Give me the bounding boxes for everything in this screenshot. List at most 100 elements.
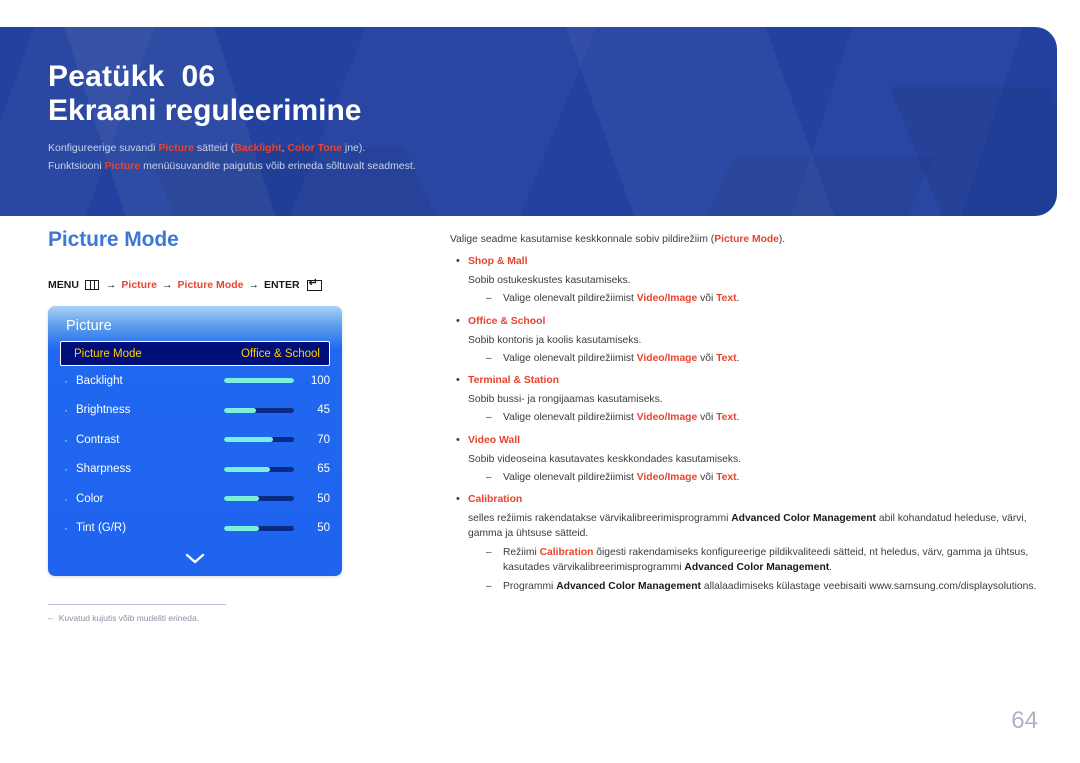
osd-slider[interactable] <box>224 466 294 472</box>
dash-marker-icon: ‒ <box>486 352 492 364</box>
list-item-calibration: • Calibration selles režiimis rakendatak… <box>450 492 1046 594</box>
osd-row-contrast[interactable]: · Contrast 70 <box>60 425 330 455</box>
menu-path-step-picture-mode: Picture Mode <box>177 279 244 291</box>
keyword-calibration: Calibration <box>539 546 594 558</box>
dash-marker-icon: ‒ <box>486 471 492 483</box>
sub-item: ‒ Valige olenevalt pildirežiimist Video/… <box>468 410 1046 425</box>
keyword-text: Text <box>716 293 737 305</box>
bullet-dot-icon: · <box>64 403 68 418</box>
text: . <box>736 352 740 364</box>
keyword-advanced-color-management: Advanced Color Management <box>684 562 830 574</box>
osd-row-sharpness[interactable]: · Sharpness 65 <box>60 455 330 485</box>
keyword-picture: Picture <box>158 141 194 154</box>
keyword-video-image: Video/Image <box>636 293 698 305</box>
bullet-dot-icon: · <box>64 521 68 536</box>
bullet-dot-icon: · <box>64 432 68 447</box>
text: või <box>697 352 717 364</box>
text: Valige olenevalt pildirežiimist <box>503 352 637 364</box>
text: Valige olenevalt pildirežiimist <box>503 471 637 483</box>
page-number: 64 <box>1011 707 1038 734</box>
osd-title: Picture <box>66 318 112 334</box>
text: sätteid ( <box>193 141 235 154</box>
osd-row-color[interactable]: · Color 50 <box>60 484 330 514</box>
text: selles režiimis rakendatakse värvikalibr… <box>468 512 732 524</box>
text: . <box>829 562 833 574</box>
arrow-icon: → <box>105 279 117 291</box>
osd-row-tint[interactable]: · Tint (G/R) 50 <box>60 514 330 544</box>
osd-row-value: 65 <box>317 463 330 476</box>
chapter-label: Peatükk 06 <box>48 60 216 93</box>
osd-slider[interactable] <box>224 496 294 502</box>
osd-slider[interactable] <box>224 407 294 413</box>
osd-picture-menu: Picture Picture Mode Office & School · B… <box>48 306 342 576</box>
osd-slider-fill <box>224 407 256 413</box>
list-item-video-wall: • Video Wall Sobib videoseina kasutavate… <box>450 433 1046 485</box>
enter-label: ENTER <box>263 279 300 291</box>
sub-item: ‒ Valige olenevalt pildirežiimist Video/… <box>468 291 1046 306</box>
bullet-marker-icon: • <box>456 374 460 387</box>
text: . <box>736 471 740 483</box>
banner-subtitle: Konfigureerige suvandi Picture sätteid (… <box>48 139 1057 176</box>
footnote-text: Kuvatud kujutis võib mudeliti erineda. <box>58 613 200 623</box>
text: Valige seadme kasutamise keskkonnale sob… <box>450 234 715 245</box>
osd-row-backlight[interactable]: · Backlight 100 <box>60 366 330 396</box>
bullet-marker-icon: • <box>456 255 460 268</box>
footnote-block: ‒ Kuvatud kujutis võib mudeliti erineda. <box>48 604 298 623</box>
osd-row-brightness[interactable]: · Brightness 45 <box>60 396 330 426</box>
osd-slider-fill <box>224 496 259 502</box>
bullet-marker-icon: • <box>456 493 460 506</box>
osd-slider-fill <box>224 466 270 472</box>
section-title: Picture Mode <box>48 228 179 251</box>
keyword-text: Text <box>716 471 737 483</box>
osd-row-label: Brightness <box>76 404 131 417</box>
keyword-advanced-color-management: Advanced Color Management <box>731 512 876 524</box>
sub-item: ‒ Režiimi Calibration õigesti rakendamis… <box>468 545 1046 576</box>
dash-marker-icon: ‒ <box>486 546 492 558</box>
banner-subtitle-line-1: Konfigureerige suvandi Picture sätteid (… <box>48 139 1057 157</box>
osd-slider[interactable] <box>224 437 294 443</box>
menu-label: MENU <box>48 279 79 291</box>
osd-slider[interactable] <box>224 378 294 384</box>
bullet-dot-icon: · <box>64 373 68 388</box>
intro-paragraph: Valige seadme kasutamise keskkonnale sob… <box>450 232 1046 247</box>
text: Valige olenevalt pildirežiimist <box>503 293 637 305</box>
osd-row-value: 45 <box>317 404 330 417</box>
osd-row-picture-mode[interactable]: Picture Mode Office & School <box>60 341 330 366</box>
osd-row-label: Picture Mode <box>74 347 142 360</box>
item-description: Sobib kontoris ja koolis kasutamiseks. <box>468 334 642 346</box>
keyword-picture-mode: Picture Mode <box>714 234 779 245</box>
item-description: Sobib bussi- ja rongijaamas kasutamiseks… <box>468 394 663 406</box>
chapter-banner: Peatükk 06 Ekraani reguleerimine Konfigu… <box>0 27 1057 216</box>
keyword-video-image: Video/Image <box>636 471 698 483</box>
dash-marker: ‒ <box>48 613 53 623</box>
arrow-icon: → <box>162 279 173 291</box>
keyword-picture: Picture <box>104 160 141 173</box>
osd-row-label: Sharpness <box>76 463 131 476</box>
osd-row-value: Office & School <box>240 347 320 360</box>
osd-slider-fill <box>224 525 259 531</box>
bullet-dot-icon: · <box>64 491 68 506</box>
text: Konfigureerige suvandi <box>48 141 159 154</box>
keyword-video-image: Video/Image <box>636 352 698 364</box>
text: . <box>736 412 740 424</box>
osd-slider-fill <box>224 378 294 384</box>
footnote-divider <box>48 604 226 605</box>
bullet-marker-icon: • <box>456 314 460 327</box>
keyword-backlight: Backlight <box>234 141 282 154</box>
list-item-terminal-station: • Terminal & Station Sobib bussi- ja ron… <box>450 373 1046 425</box>
osd-row-label: Color <box>76 492 104 505</box>
text: Funktsiooni <box>48 160 105 173</box>
sub-item: ‒ Valige olenevalt pildirežiimist Video/… <box>468 470 1046 485</box>
osd-row-label: Backlight <box>76 374 123 387</box>
osd-row-value: 70 <box>317 433 330 446</box>
item-title: Video Wall <box>468 434 520 446</box>
footnote-item: ‒ Kuvatud kujutis võib mudeliti erineda. <box>48 613 298 623</box>
sub-item: ‒ Valige olenevalt pildirežiimist Video/… <box>468 351 1046 366</box>
text: ). <box>778 234 786 245</box>
keyword-text: Text <box>716 352 737 364</box>
keyword-advanced-color-management: Advanced Color Management <box>556 580 701 592</box>
list-item-shop-mall: • Shop & Mall Sobib ostukeskustes kasuta… <box>450 254 1046 306</box>
chevron-down-icon[interactable] <box>48 552 342 567</box>
text: . <box>736 293 740 305</box>
osd-slider[interactable] <box>224 525 294 531</box>
